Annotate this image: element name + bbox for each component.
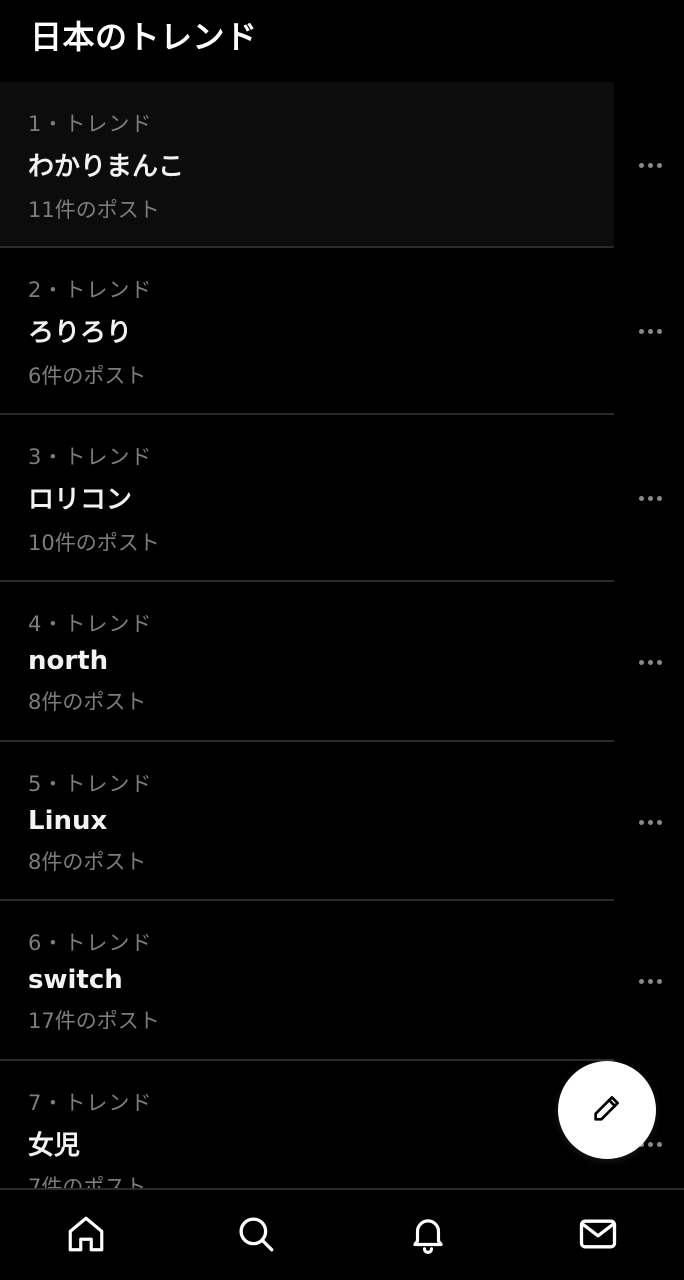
- trend-post-count: 8件のポスト: [28, 690, 147, 714]
- trend-post-count: 8件のポスト: [28, 850, 147, 874]
- trend-rank: 5・トレンド: [28, 772, 153, 796]
- trend-item[interactable]: 1・トレンド わかりまんこ 11件のポスト: [0, 82, 684, 248]
- bell-icon: [407, 1213, 449, 1259]
- more-options-icon[interactable]: [639, 979, 662, 984]
- page-title: 日本のトレンド: [30, 18, 258, 56]
- trend-item[interactable]: 3・トレンド ロリコン 10件のポスト: [0, 415, 684, 582]
- more-options-icon[interactable]: [639, 660, 662, 665]
- search-icon: [235, 1213, 277, 1259]
- trend-rank: 3・トレンド: [28, 445, 153, 469]
- trend-rank: 4・トレンド: [28, 612, 153, 636]
- trend-item[interactable]: 5・トレンド Linux 8件のポスト: [0, 742, 684, 901]
- trend-name: switch: [28, 965, 123, 995]
- trend-rank: 7・トレンド: [28, 1091, 153, 1115]
- trend-rank: 6・トレンド: [28, 931, 153, 955]
- more-options-icon[interactable]: [639, 496, 662, 501]
- mail-icon: [576, 1212, 620, 1260]
- page-header: 日本のトレンド: [0, 0, 684, 82]
- trend-name: north: [28, 646, 109, 676]
- trend-name: ロリコン: [28, 485, 133, 515]
- trend-item[interactable]: 6・トレンド switch 17件のポスト: [0, 901, 684, 1061]
- more-options-icon[interactable]: [639, 820, 662, 825]
- nav-home[interactable]: [64, 1214, 108, 1258]
- trend-item[interactable]: 4・トレンド north 8件のポスト: [0, 582, 684, 742]
- trend-name: 女児: [28, 1131, 81, 1161]
- nav-notifications[interactable]: [406, 1214, 450, 1258]
- trend-rank: 2・トレンド: [28, 278, 153, 302]
- bottom-navigation: [0, 1188, 684, 1280]
- trend-name: Linux: [28, 806, 108, 836]
- trend-name: わかりまんこ: [28, 152, 185, 182]
- compose-post-button[interactable]: [558, 1061, 656, 1159]
- trend-name: ろりろり: [28, 318, 133, 348]
- trend-list: 1・トレンド わかりまんこ 11件のポスト 2・トレンド ろりろり 6件のポスト…: [0, 82, 684, 1221]
- trend-post-count: 6件のポスト: [28, 364, 147, 388]
- nav-messages[interactable]: [576, 1214, 620, 1258]
- trend-item[interactable]: 2・トレンド ろりろり 6件のポスト: [0, 248, 684, 415]
- more-options-icon[interactable]: [639, 163, 662, 168]
- trend-post-count: 10件のポスト: [28, 531, 160, 555]
- more-options-icon[interactable]: [639, 329, 662, 334]
- pencil-icon: [590, 1091, 624, 1129]
- trend-rank: 1・トレンド: [28, 112, 153, 136]
- home-icon: [65, 1213, 107, 1259]
- trend-post-count: 11件のポスト: [28, 198, 160, 222]
- nav-search[interactable]: [234, 1214, 278, 1258]
- trend-post-count: 17件のポスト: [28, 1009, 160, 1033]
